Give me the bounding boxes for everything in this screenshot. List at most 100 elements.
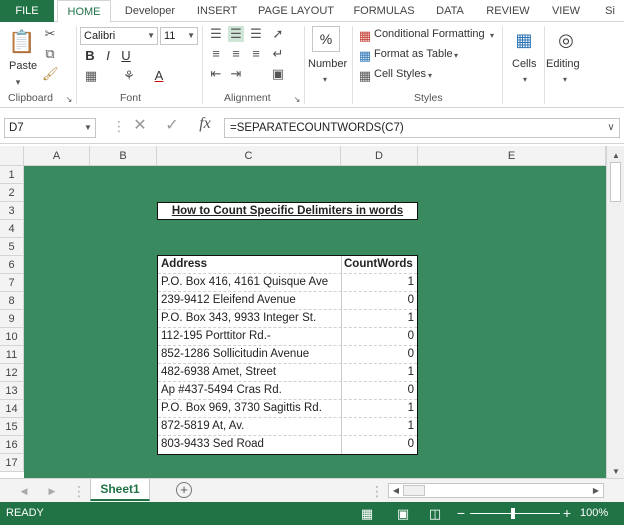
alignment-launcher-icon[interactable]: ↘: [292, 92, 302, 108]
address-cell[interactable]: 872-5819 At, Av.: [158, 418, 342, 436]
binoculars-icon[interactable]: ◎: [554, 28, 578, 52]
paste-dropdown-icon[interactable]: ▾: [12, 74, 24, 90]
chevron-down-icon[interactable]: ▼: [82, 120, 94, 136]
sheet-title-cell[interactable]: How to Count Specific Delimiters in word…: [157, 202, 418, 220]
percent-style-icon[interactable]: %: [312, 26, 340, 52]
select-all-corner[interactable]: [0, 146, 24, 166]
zoom-slider[interactable]: [470, 513, 560, 514]
align-left-icon[interactable]: ≡: [208, 46, 224, 62]
zoom-level[interactable]: 100%: [580, 502, 608, 525]
borders-icon[interactable]: ▦: [84, 68, 98, 84]
zoom-out-icon[interactable]: −: [456, 505, 466, 521]
cells-icon[interactable]: ▦: [512, 28, 536, 52]
count-cell[interactable]: 0: [342, 346, 417, 364]
count-cell[interactable]: 0: [342, 436, 417, 454]
tab-split-icon[interactable]: ⋮: [370, 483, 384, 499]
insert-function-icon[interactable]: fx: [194, 116, 216, 132]
fill-color-icon[interactable]: ⚘: [122, 68, 136, 84]
tab-sign-in[interactable]: Si: [596, 0, 624, 22]
normal-view-icon[interactable]: ▦: [360, 506, 374, 522]
count-cell[interactable]: 1: [342, 400, 417, 418]
address-cell[interactable]: 482-6938 Amet, Street: [158, 364, 342, 382]
address-cell[interactable]: P.O. Box 969, 3730 Sagittis Rd.: [158, 400, 342, 418]
count-cell[interactable]: 1: [342, 364, 417, 382]
align-bottom-icon[interactable]: ☰: [248, 26, 264, 42]
underline-icon[interactable]: U: [120, 48, 132, 64]
tab-home[interactable]: HOME: [57, 0, 111, 23]
wrap-text-icon[interactable]: ↵: [270, 46, 286, 62]
font-name-combo[interactable]: Calibri ▼: [80, 27, 158, 45]
address-cell[interactable]: P.O. Box 343, 9933 Integer St.: [158, 310, 342, 328]
address-cell[interactable]: 803-9433 Sed Road: [158, 436, 342, 454]
row-header[interactable]: 16: [0, 436, 24, 454]
number-button[interactable]: Number: [308, 58, 347, 70]
header-address-cell[interactable]: Address: [158, 256, 342, 274]
orientation-icon[interactable]: ➚: [270, 26, 286, 42]
cut-icon[interactable]: ✂: [42, 26, 58, 42]
more-sheets-icon[interactable]: ⋮: [72, 483, 86, 499]
column-header-c[interactable]: C: [157, 146, 341, 166]
count-cell[interactable]: 1: [342, 310, 417, 328]
sheet-tab-sheet1[interactable]: Sheet1: [90, 479, 150, 501]
count-cell[interactable]: 0: [342, 292, 417, 310]
row-header[interactable]: 10: [0, 328, 24, 346]
more-options-icon[interactable]: ⋮: [112, 118, 126, 134]
paste-icon[interactable]: 📋: [8, 28, 36, 56]
count-cell[interactable]: 0: [342, 382, 417, 400]
scroll-left-icon[interactable]: ◀: [391, 484, 401, 497]
count-cell[interactable]: 0: [342, 328, 417, 346]
paste-button[interactable]: Paste: [9, 60, 37, 72]
scroll-right-icon[interactable]: ▶: [591, 484, 601, 497]
cancel-icon[interactable]: ✕: [130, 118, 150, 134]
tab-review[interactable]: REVIEW: [480, 0, 536, 22]
row-header[interactable]: 4: [0, 220, 24, 238]
enter-icon[interactable]: ✓: [162, 118, 182, 134]
column-header-a[interactable]: A: [24, 146, 90, 166]
previous-sheet-icon[interactable]: ◀: [18, 483, 30, 499]
cell-styles-button[interactable]: Cell Styles: [374, 68, 426, 80]
address-cell[interactable]: P.O. Box 416, 4161 Quisque Ave: [158, 274, 342, 292]
header-countwords-cell[interactable]: CountWords: [342, 256, 417, 274]
format-painter-icon[interactable]: 🖌: [42, 66, 59, 82]
row-header[interactable]: 9: [0, 310, 24, 328]
tab-formulas[interactable]: FORMULAS: [348, 0, 420, 22]
bold-icon[interactable]: B: [84, 48, 96, 64]
zoom-in-icon[interactable]: +: [562, 505, 572, 521]
formula-input[interactable]: =SEPARATECOUNTWORDS(C7): [224, 118, 620, 138]
align-center-icon[interactable]: ≡: [228, 46, 244, 62]
column-header-e[interactable]: E: [418, 146, 606, 166]
page-break-view-icon[interactable]: ◫: [428, 506, 442, 522]
horizontal-scrollbar[interactable]: ◀ ▶: [388, 483, 604, 498]
row-header[interactable]: 7: [0, 274, 24, 292]
vertical-scrollbar[interactable]: ▲ ▼: [606, 146, 624, 478]
new-sheet-icon[interactable]: +: [176, 482, 192, 498]
row-header[interactable]: 13: [0, 382, 24, 400]
count-cell[interactable]: 1: [342, 274, 417, 292]
increase-indent-icon[interactable]: ⇥: [228, 66, 244, 82]
row-header[interactable]: 12: [0, 364, 24, 382]
horizontal-scroll-thumb[interactable]: [403, 485, 425, 496]
decrease-indent-icon[interactable]: ⇤: [208, 66, 224, 82]
row-header[interactable]: 5: [0, 238, 24, 256]
font-size-combo[interactable]: 11 ▼: [160, 27, 198, 45]
tab-page-layout[interactable]: PAGE LAYOUT: [252, 0, 340, 22]
copy-icon[interactable]: ⧉: [42, 46, 58, 62]
tab-insert[interactable]: INSERT: [190, 0, 244, 22]
address-cell[interactable]: 852-1286 Sollicitudin Avenue: [158, 346, 342, 364]
row-header[interactable]: 2: [0, 184, 24, 202]
tab-view[interactable]: VIEW: [544, 0, 588, 22]
merge-center-icon[interactable]: ▣: [270, 66, 286, 82]
next-sheet-icon[interactable]: ▶: [46, 483, 58, 499]
address-cell[interactable]: 112-195 Porttitor Rd.-: [158, 328, 342, 346]
row-header[interactable]: 14: [0, 400, 24, 418]
zoom-slider-thumb[interactable]: [511, 508, 515, 519]
tab-data[interactable]: DATA: [428, 0, 472, 22]
row-header[interactable]: 6: [0, 256, 24, 274]
row-header[interactable]: 8: [0, 292, 24, 310]
clipboard-launcher-icon[interactable]: ↘: [64, 92, 74, 108]
format-as-table-button[interactable]: Format as Table: [374, 48, 453, 60]
italic-icon[interactable]: I: [102, 48, 114, 64]
align-middle-icon[interactable]: ☰: [228, 26, 244, 42]
tab-file[interactable]: FILE: [0, 0, 54, 22]
expand-formula-bar-icon[interactable]: ∨: [604, 120, 618, 136]
